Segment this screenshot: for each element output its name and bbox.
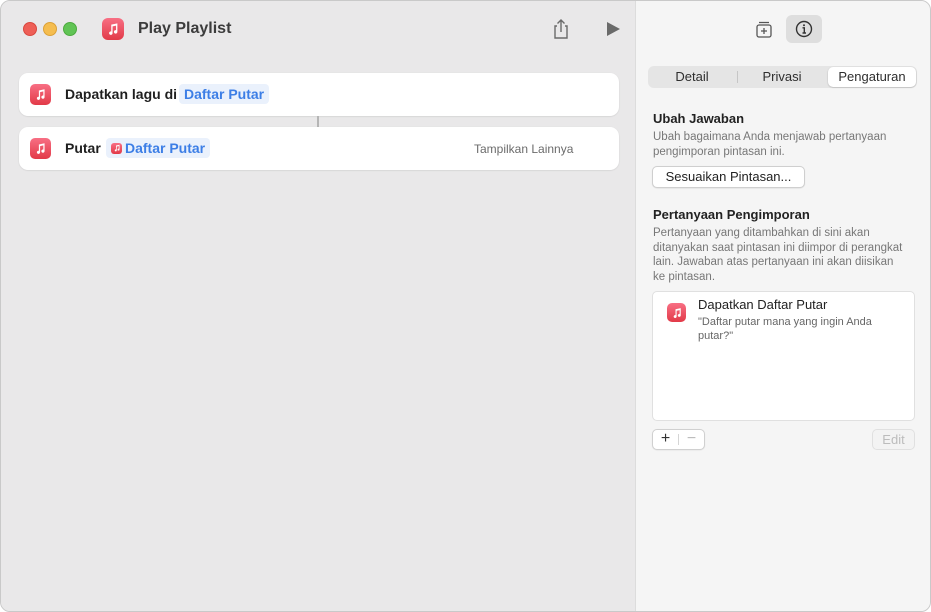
share-icon: [554, 19, 568, 39]
inspector-pane: Detail Privasi Pengaturan Ubah Jawaban U…: [635, 1, 930, 611]
import-questions-heading: Pertanyaan Pengimporan: [653, 207, 810, 222]
music-note-icon: [667, 303, 686, 322]
add-to-library-icon: [756, 21, 772, 38]
change-answers-description: Ubah bagaimana Anda menjawab pertanyaan …: [653, 131, 887, 158]
action-play[interactable]: Putar Daftar Putar Tampilkan Lainnya: [19, 127, 619, 170]
tab-settings[interactable]: Pengaturan: [828, 67, 916, 87]
music-note-icon: [111, 142, 122, 154]
minimize-window-button[interactable]: [43, 22, 57, 36]
change-answers-heading: Ubah Jawaban: [653, 111, 745, 126]
run-shortcut-button[interactable]: [604, 20, 622, 38]
action-label: Dapatkan lagu di: [65, 86, 178, 102]
music-note-icon: [30, 138, 51, 159]
inspector-tabs: Detail Privasi Pengaturan: [648, 66, 917, 88]
close-window-button[interactable]: [23, 22, 37, 36]
playlist-variable-token[interactable]: Daftar Putar: [106, 138, 211, 158]
edit-button[interactable]: Edit: [872, 429, 915, 450]
music-note-icon: [30, 84, 51, 105]
info-icon: [795, 20, 813, 38]
token-label: Daftar Putar: [125, 140, 206, 156]
action-label: Putar: [65, 140, 101, 156]
customize-shortcut-button[interactable]: Sesuaikan Pintasan...: [652, 166, 805, 188]
music-note-icon: [102, 18, 124, 40]
zoom-window-button[interactable]: [63, 22, 77, 36]
add-remove-control: + −: [652, 429, 705, 450]
shortcuts-window: Play Playlist Dapatkan lagu di Daftar Pu…: [0, 0, 931, 612]
show-more-link[interactable]: Tampilkan Lainnya: [474, 142, 573, 156]
add-question-button[interactable]: +: [653, 430, 678, 449]
question-text: "Daftar putar mana yang ingin Anda putar…: [698, 316, 872, 342]
tab-detail[interactable]: Detail: [648, 66, 736, 88]
tab-privacy[interactable]: Privasi: [738, 66, 826, 88]
play-icon: [607, 22, 620, 36]
library-button[interactable]: [746, 15, 782, 43]
action-get-songs[interactable]: Dapatkan lagu di Daftar Putar: [19, 73, 619, 116]
remove-question-button[interactable]: −: [679, 430, 704, 449]
import-questions-list: Dapatkan Daftar Putar "Daftar putar mana…: [652, 291, 915, 421]
editor-pane: Play Playlist Dapatkan lagu di Daftar Pu…: [1, 1, 635, 611]
share-button[interactable]: [550, 17, 572, 41]
action-connector: [317, 116, 319, 127]
window-title: Play Playlist: [138, 20, 232, 37]
question-title: Dapatkan Daftar Putar: [698, 297, 828, 312]
import-questions-description: Pertanyaan yang ditambahkan di sini akan…: [653, 227, 903, 283]
info-button[interactable]: [786, 15, 822, 43]
playlist-token[interactable]: Daftar Putar: [179, 84, 270, 104]
